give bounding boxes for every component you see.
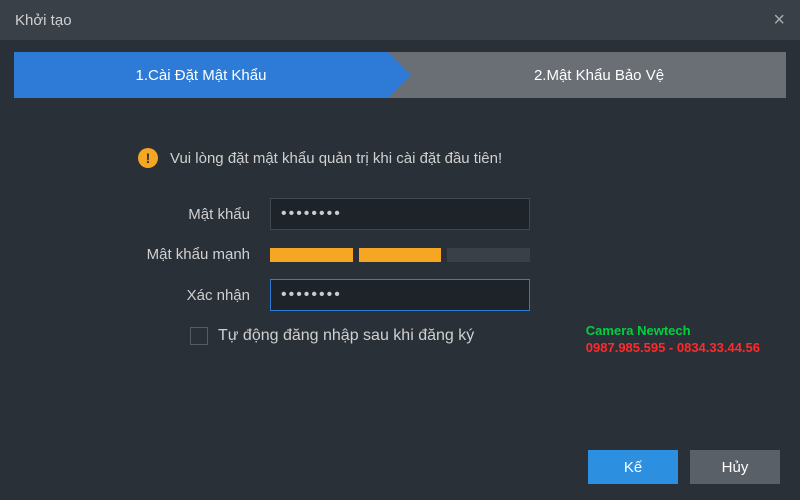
title-bar: Khởi tạo × [0, 0, 800, 40]
step-1-label: 1.Cài Đặt Mật Khẩu [136, 67, 267, 84]
step-tabs: 1.Cài Đặt Mật Khẩu 2.Mật Khẩu Bảo Vệ [14, 52, 786, 98]
step-2[interactable]: 2.Mật Khẩu Bảo Vệ [388, 52, 786, 98]
watermark-line1: Camera Newtech [586, 323, 760, 340]
strength-seg-3 [447, 248, 530, 262]
cancel-button[interactable]: Hủy [690, 450, 780, 484]
notice-text: Vui lòng đặt mật khẩu quản trị khi cài đ… [170, 150, 502, 167]
step-1[interactable]: 1.Cài Đặt Mật Khẩu [14, 52, 388, 98]
next-button[interactable]: Kế [588, 450, 678, 484]
step-2-label: 2.Mật Khẩu Bảo Vệ [534, 67, 664, 84]
strength-seg-2 [359, 248, 442, 262]
watermark: Camera Newtech 0987.985.595 - 0834.33.44… [586, 323, 760, 357]
autologin-row: Tự động đăng nhập sau khi đăng ký Camera… [190, 327, 740, 345]
strength-row: Mật khẩu mạnh [60, 246, 740, 263]
window-title: Khởi tạo [15, 12, 72, 29]
strength-label: Mật khẩu mạnh [60, 246, 270, 263]
confirm-input[interactable] [270, 279, 530, 311]
confirm-label: Xác nhận [60, 287, 270, 304]
password-row: Mật khẩu [60, 198, 740, 230]
close-icon[interactable]: × [773, 9, 785, 32]
form-content: ! Vui lòng đặt mật khẩu quản trị khi cài… [0, 98, 800, 365]
password-input[interactable] [270, 198, 530, 230]
warning-icon: ! [138, 148, 158, 168]
autologin-label: Tự động đăng nhập sau khi đăng ký [218, 327, 474, 345]
strength-meter [270, 248, 530, 262]
watermark-line2: 0987.985.595 - 0834.33.44.56 [586, 340, 760, 357]
password-label: Mật khẩu [60, 206, 270, 223]
confirm-row: Xác nhận [60, 279, 740, 311]
autologin-checkbox[interactable] [190, 327, 208, 345]
strength-seg-1 [270, 248, 353, 262]
notice-row: ! Vui lòng đặt mật khẩu quản trị khi cài… [138, 148, 740, 168]
footer-buttons: Kế Hủy [588, 450, 780, 484]
